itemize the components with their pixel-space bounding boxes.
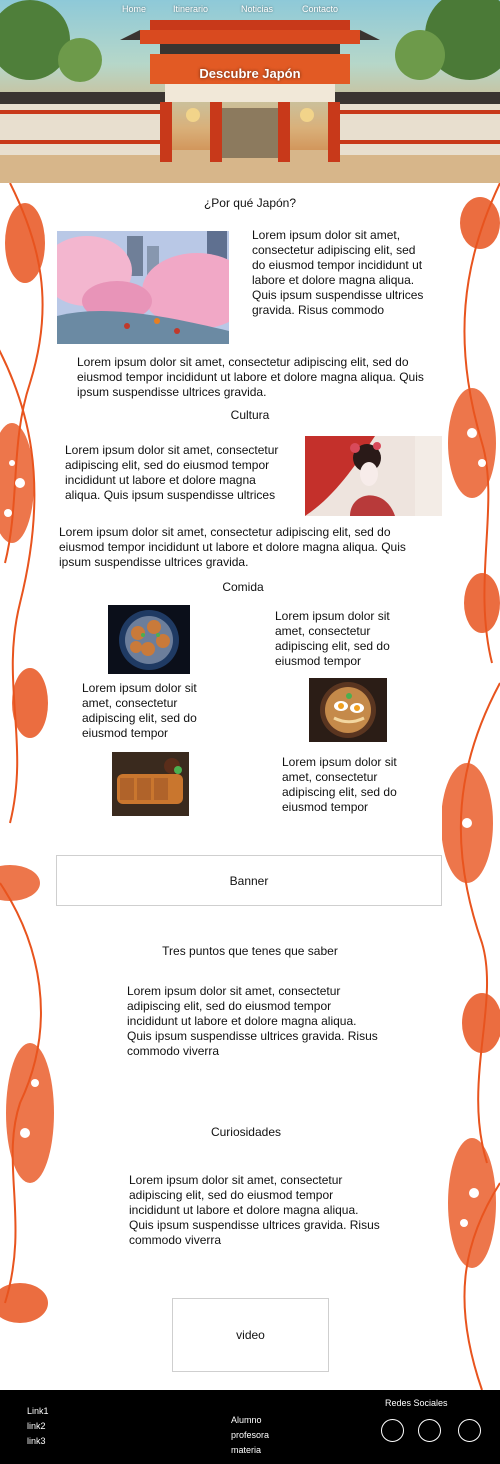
section-curiosities-heading: Curiosidades [210, 1125, 282, 1139]
nav-itinerario[interactable]: Itinerario [173, 4, 208, 14]
social-title: Redes Sociales [385, 1398, 448, 1408]
takoyaki-photo [108, 605, 190, 674]
section-why-heading: ¿Por qué Japón? [203, 196, 297, 210]
geisha-photo [305, 436, 442, 516]
section-tips-heading: Tres puntos que tenes que saber [162, 944, 338, 958]
section-food-text-3: Lorem ipsum dolor sit amet, consectetur … [282, 755, 397, 814]
koi-decoration-right [442, 183, 500, 1390]
section-food-text-2: Lorem ipsum dolor sit amet, consectetur … [82, 681, 197, 740]
banner-label: Banner [229, 873, 269, 888]
top-nav: Home Itinerario Noticias Contacto [0, 4, 500, 18]
video-box[interactable]: video [172, 1298, 329, 1372]
footer-info-materia: materia [231, 1445, 262, 1455]
banner-box[interactable]: Banner [56, 855, 442, 906]
nav-home[interactable]: Home [122, 4, 146, 14]
hero-temple-image [0, 0, 500, 183]
footer-info-profesora: profesora [231, 1430, 270, 1440]
section-food-heading: Comida [222, 580, 264, 594]
social-circle-icon-3[interactable] [458, 1419, 481, 1442]
koi-decoration-left [0, 183, 58, 1390]
nav-contacto[interactable]: Contacto [302, 4, 338, 14]
section-why-body-text: Lorem ipsum dolor sit amet, consectetur … [77, 355, 424, 399]
footer-link-1[interactable]: Link1 [27, 1406, 49, 1416]
section-tips-body-text: Lorem ipsum dolor sit amet, consectetur … [127, 984, 378, 1058]
ramen-photo [309, 678, 387, 742]
katsu-photo [112, 752, 189, 816]
section-curiosities-body-text: Lorem ipsum dolor sit amet, consectetur … [129, 1173, 380, 1247]
section-why-side-text: Lorem ipsum dolor sit amet, consectetur … [252, 228, 424, 317]
cherry-blossom-photo [57, 231, 229, 344]
social-circle-icon-1[interactable] [381, 1419, 404, 1442]
hero-title: Descubre Japón [199, 66, 301, 81]
social-circle-icon-2[interactable] [418, 1419, 441, 1442]
video-label: video [236, 1328, 265, 1342]
footer-link-3[interactable]: link3 [27, 1436, 46, 1446]
hero-section: Home Itinerario Noticias Contacto Descub… [0, 0, 500, 183]
nav-noticias[interactable]: Noticias [241, 4, 273, 14]
footer-link-2[interactable]: link2 [27, 1421, 46, 1431]
section-culture-heading: Cultura [230, 408, 270, 422]
footer: Link1 link2 link3 Alumno profesora mater… [0, 1390, 500, 1464]
section-culture-body-text: Lorem ipsum dolor sit amet, consectetur … [59, 525, 406, 569]
section-food-text-1: Lorem ipsum dolor sit amet, consectetur … [275, 609, 390, 668]
section-culture-side-text: Lorem ipsum dolor sit amet, consectetur … [65, 443, 279, 502]
footer-info-alumno: Alumno [231, 1415, 262, 1425]
